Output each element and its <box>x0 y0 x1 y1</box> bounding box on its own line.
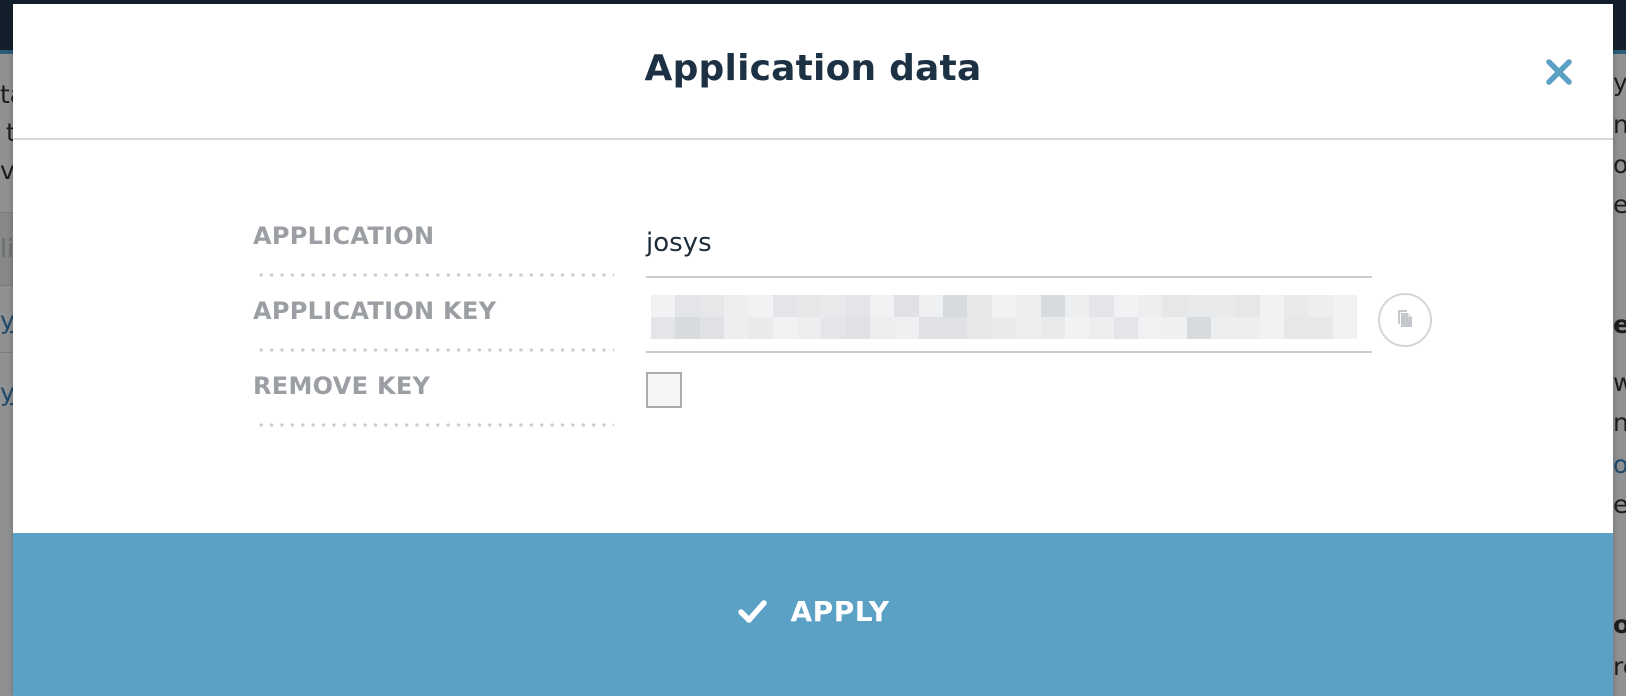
application-key-label: APPLICATION KEY <box>253 297 497 325</box>
apply-label: APPLY <box>790 595 890 628</box>
redaction-cell <box>1235 317 1260 339</box>
application-label: APPLICATION <box>253 222 435 250</box>
redaction-cell <box>724 295 749 317</box>
redacted-application-key <box>651 295 1357 339</box>
redaction-cell <box>943 317 968 339</box>
application-field[interactable]: josys <box>646 214 1372 278</box>
redaction-cell <box>1162 317 1187 339</box>
redaction-cell <box>1308 295 1333 317</box>
redaction-cell <box>1186 295 1211 317</box>
redaction-cell <box>651 295 676 317</box>
label-dotted-underline <box>256 423 614 427</box>
redaction-cell <box>675 317 700 339</box>
background-text: e <box>1613 490 1626 519</box>
redaction-cell <box>1137 295 1163 317</box>
background-text: nt <box>1613 408 1626 437</box>
form-row-application-key: APPLICATION KEY <box>13 279 1613 355</box>
redaction-cell <box>1016 317 1041 339</box>
remove-key-checkbox[interactable] <box>646 372 682 408</box>
redaction-cell <box>845 295 871 317</box>
redaction-cell <box>821 317 846 339</box>
apply-button[interactable]: APPLY <box>13 533 1613 696</box>
redaction-cell <box>1113 295 1138 317</box>
background-text: o <box>1613 610 1626 639</box>
redaction-cell <box>1186 317 1211 339</box>
redaction-cell <box>797 295 822 317</box>
redaction-cell <box>1235 295 1260 317</box>
redaction-cell <box>1283 317 1309 339</box>
redaction-cell <box>1040 317 1065 339</box>
background-text: e <box>1613 310 1626 339</box>
redaction-cell <box>1332 295 1357 317</box>
background-text: nt <box>1613 110 1626 139</box>
redaction-cell <box>1259 295 1284 317</box>
redaction-cell <box>1137 317 1163 339</box>
redaction-cell <box>870 295 895 317</box>
redaction-cell <box>1332 317 1357 339</box>
redaction-cell <box>894 317 919 339</box>
redaction-cell <box>1259 317 1284 339</box>
form-row-remove-key: REMOVE KEY <box>13 354 1613 430</box>
application-key-field[interactable] <box>646 289 1372 353</box>
background-text: re <box>1613 652 1626 681</box>
redaction-cell <box>918 317 944 339</box>
redaction-cell <box>894 295 919 317</box>
label-dotted-underline <box>256 273 614 277</box>
close-icon <box>1544 57 1574 91</box>
redaction-cell <box>772 295 798 317</box>
redaction-cell <box>1016 295 1041 317</box>
background-text: e <box>1613 190 1626 219</box>
redaction-cell <box>1064 295 1090 317</box>
application-value: josys <box>646 228 712 258</box>
form-row-application: APPLICATION josys <box>13 204 1613 280</box>
close-button[interactable] <box>1541 56 1577 92</box>
application-data-modal: Application data APPLICATION josys APPLI… <box>13 4 1613 696</box>
remove-key-label: REMOVE KEY <box>253 372 431 400</box>
apply-button-content: APPLY <box>13 595 1613 628</box>
background-divider <box>0 352 13 353</box>
redaction-cell <box>1210 295 1236 317</box>
modal-header: Application data <box>13 4 1613 140</box>
redaction-cell <box>991 295 1017 317</box>
redaction-cell <box>724 317 749 339</box>
background-text: ys <box>1613 68 1626 97</box>
redaction-cell <box>675 295 700 317</box>
redaction-cell <box>651 317 676 339</box>
redaction-cell <box>991 317 1017 339</box>
check-icon <box>737 597 767 627</box>
redaction-cell <box>1089 295 1114 317</box>
redaction-cell <box>748 295 773 317</box>
redaction-cell <box>1283 295 1309 317</box>
copy-key-button[interactable] <box>1378 293 1432 347</box>
background-text: li <box>0 234 14 263</box>
redaction-cell <box>943 295 968 317</box>
redaction-cell <box>699 317 725 339</box>
redaction-cell <box>1162 295 1187 317</box>
label-dotted-underline <box>256 348 614 352</box>
redaction-cell <box>1064 317 1090 339</box>
background-link: o <box>1613 450 1626 479</box>
redaction-cell <box>1089 317 1114 339</box>
modal-title: Application data <box>644 48 982 89</box>
redaction-cell <box>918 295 944 317</box>
redaction-cell <box>870 317 895 339</box>
redaction-cell <box>1210 317 1236 339</box>
redaction-cell <box>821 295 846 317</box>
redaction-cell <box>845 317 871 339</box>
copy-icon <box>1394 307 1416 333</box>
redaction-cell <box>772 317 798 339</box>
background-text: ou <box>1613 150 1626 179</box>
redaction-cell <box>797 317 822 339</box>
background-text: w <box>1613 368 1626 397</box>
redaction-cell <box>1113 317 1138 339</box>
redaction-cell <box>1040 295 1065 317</box>
redaction-cell <box>967 295 992 317</box>
redaction-cell <box>1308 317 1333 339</box>
redaction-cell <box>967 317 992 339</box>
redaction-cell <box>699 295 725 317</box>
redaction-cell <box>748 317 773 339</box>
